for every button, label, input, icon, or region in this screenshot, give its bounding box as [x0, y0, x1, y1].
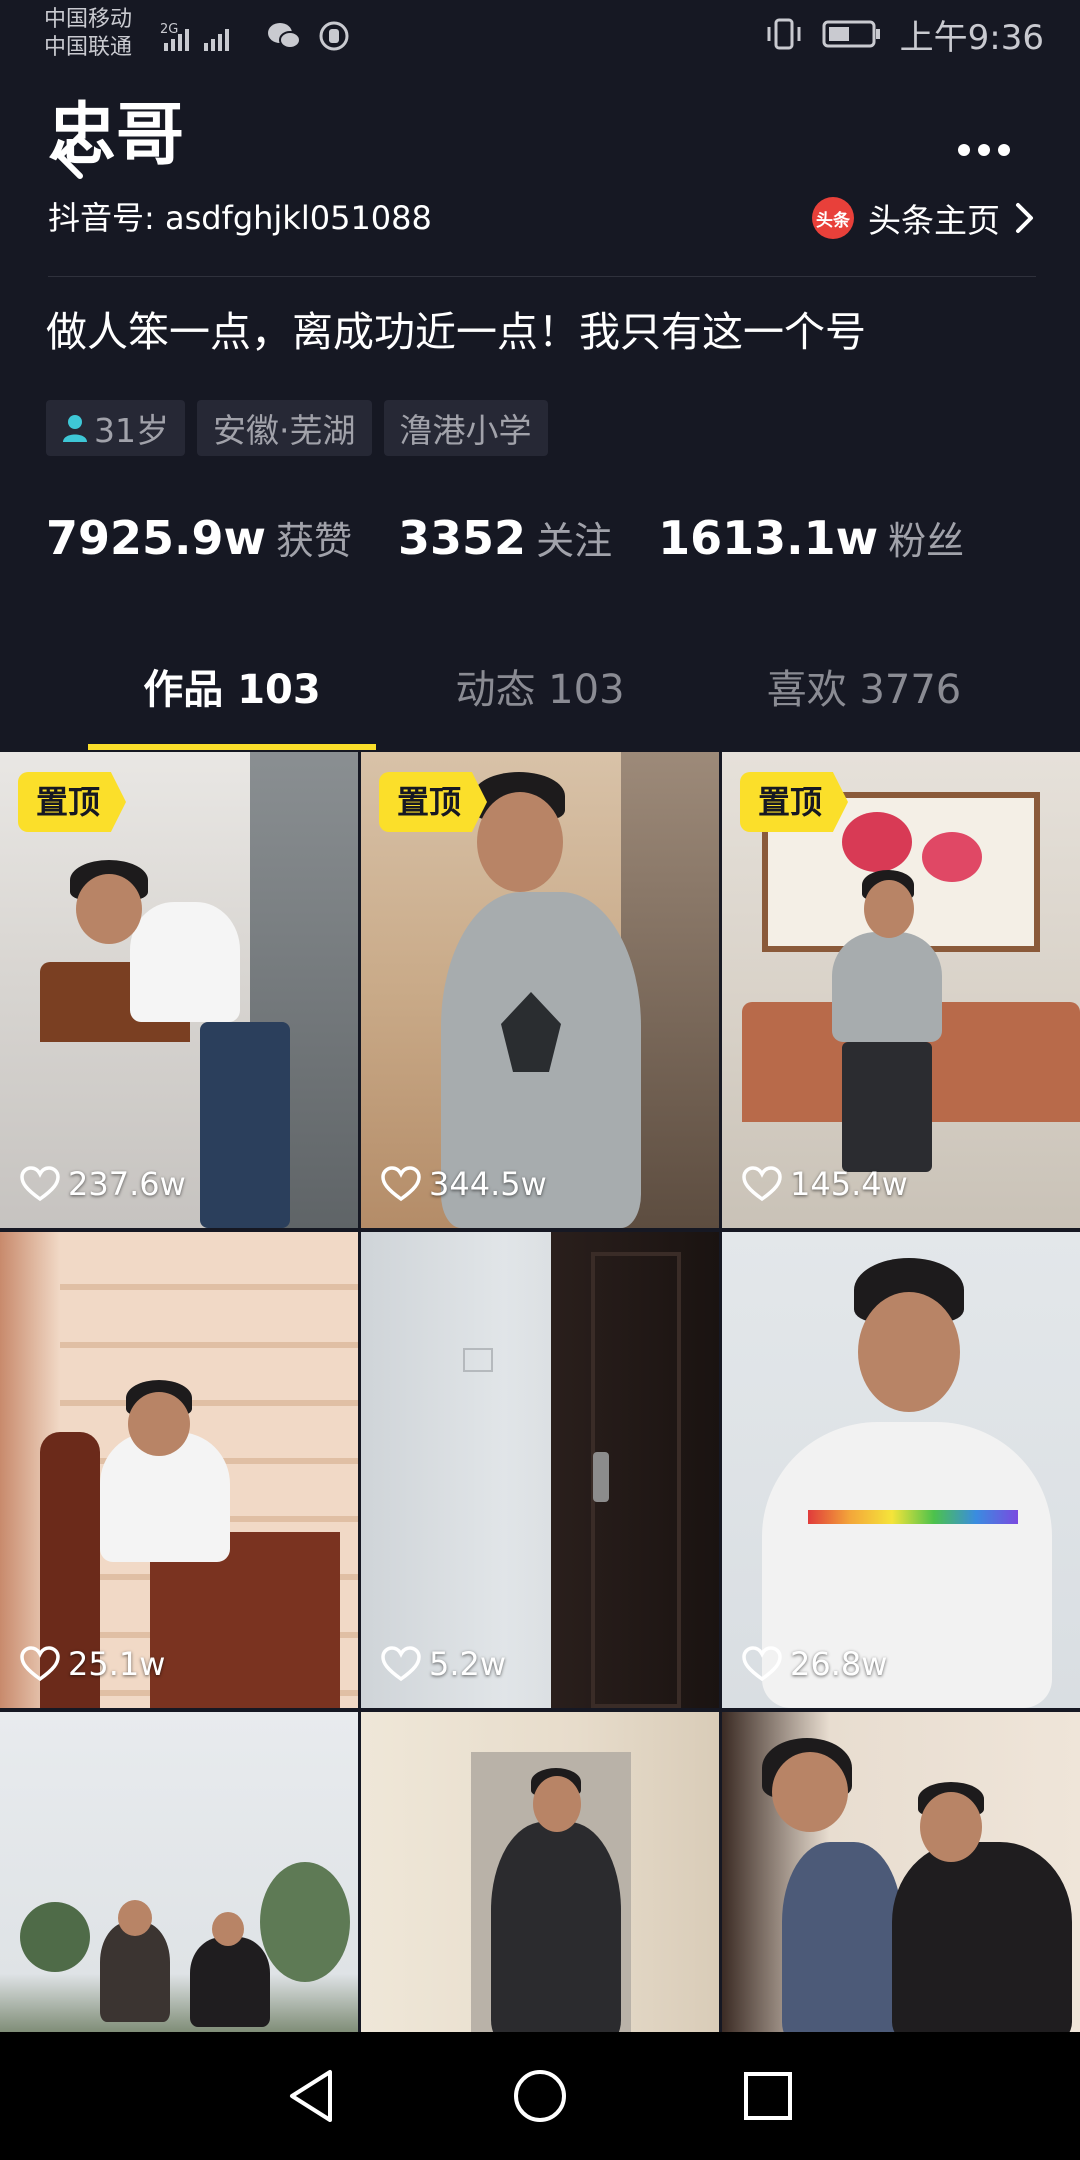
more-dots-icon[interactable]: [956, 138, 1012, 162]
header-divider: [48, 276, 1036, 277]
video-likes: 237.6w: [20, 1162, 186, 1206]
video-thumbnail[interactable]: 26.8w: [722, 1232, 1080, 1708]
tag-school-label: 澛港小学: [399, 411, 532, 450]
profile-tags: 31岁 安徽·芜湖 澛港小学: [46, 400, 548, 456]
video-likes-count: 5.2w: [429, 1645, 507, 1683]
pinned-badge: 置顶: [740, 772, 849, 832]
wechat-icon: [268, 23, 301, 49]
network-type: 2G: [160, 22, 178, 37]
video-thumbnail[interactable]: 置顶 344.5w: [361, 752, 719, 1228]
status-icons-left: 2G: [160, 16, 350, 56]
toutiao-icon: 头条: [812, 197, 854, 239]
video-thumbnail[interactable]: [361, 1712, 719, 2032]
video-likes-count: 344.5w: [429, 1165, 547, 1203]
stat-followers-label: 粉丝: [888, 519, 965, 563]
profile-signature: 做人笨一点，离成功近一点！我只有这一个号: [46, 308, 866, 356]
heart-icon: [742, 1646, 782, 1682]
pinned-badge: 置顶: [18, 772, 127, 832]
tag-location: 安徽·芜湖: [197, 400, 372, 456]
carrier-1: 中国移动: [44, 7, 133, 32]
profile-tabs: 作品 103 动态 103 喜欢 3776: [0, 640, 1080, 752]
status-bar: 中国移动 中国联通 2G 上午9:36: [0, 0, 1080, 68]
clock: 上午9:36: [899, 17, 1044, 58]
carrier-info: 中国移动 中国联通: [44, 6, 132, 62]
stat-likes-value: 7925.9w: [46, 511, 267, 565]
app-notification-icon: [319, 21, 349, 51]
back-arrow-icon[interactable]: [50, 128, 90, 184]
video-likes: 344.5w: [381, 1162, 547, 1206]
stat-following[interactable]: 3352 关注: [398, 510, 612, 565]
nav-recents-icon[interactable]: [734, 2062, 802, 2130]
tag-age: 31岁: [46, 400, 185, 456]
profile-stats: 7925.9w 获赞 3352 关注 1613.1w 粉丝: [46, 510, 1010, 565]
heart-icon: [742, 1166, 782, 1202]
stat-following-label: 关注: [536, 519, 613, 563]
signal-icon: 2G: [160, 22, 229, 51]
heart-icon: [20, 1646, 60, 1682]
stat-likes: 7925.9w 获赞: [46, 510, 352, 565]
video-thumbnail[interactable]: 置顶 145.4w: [722, 752, 1080, 1228]
heart-icon: [20, 1166, 60, 1202]
nav-home-icon[interactable]: [506, 2062, 574, 2130]
tab-likes[interactable]: 喜欢 3776: [720, 640, 1008, 740]
pinned-badge: 置顶: [379, 772, 488, 832]
chevron-right-icon: [1016, 203, 1033, 233]
stat-following-value: 3352: [398, 511, 527, 565]
douyin-id: 抖音号: asdfghjkl051088: [48, 199, 432, 237]
status-icons-right: 上午9:36: [764, 10, 1044, 58]
video-likes: 26.8w: [742, 1642, 887, 1686]
video-likes-count: 145.4w: [790, 1165, 908, 1203]
tag-age-label: 31岁: [94, 411, 169, 450]
video-likes-count: 26.8w: [790, 1645, 888, 1683]
video-thumbnail[interactable]: 5.2w: [361, 1232, 719, 1708]
toutiao-homepage-link[interactable]: 头条 头条主页: [812, 194, 1036, 242]
carrier-2: 中国联通: [44, 35, 133, 60]
person-icon: [63, 415, 87, 442]
video-thumbnail[interactable]: 置顶 237.6w: [0, 752, 358, 1228]
battery-icon: [822, 20, 880, 48]
nav-back-icon[interactable]: [278, 2062, 346, 2130]
video-thumbnail[interactable]: [722, 1712, 1080, 2032]
system-nav-bar: [0, 2032, 1080, 2160]
stat-likes-label: 获赞: [276, 519, 353, 563]
tab-moments[interactable]: 动态 103: [396, 640, 684, 740]
video-likes: 25.1w: [20, 1642, 165, 1686]
video-thumbnail[interactable]: [0, 1712, 358, 2032]
video-likes: 5.2w: [381, 1642, 506, 1686]
heart-icon: [381, 1646, 421, 1682]
tab-works[interactable]: 作品 103: [88, 640, 376, 740]
video-grid: 置顶 237.6w 置顶 344.5w 置顶 145.4w 25.1w 5.2w…: [0, 752, 1080, 2032]
heart-icon: [381, 1166, 421, 1202]
stat-followers-value: 1613.1w: [658, 511, 879, 565]
video-thumbnail[interactable]: 25.1w: [0, 1232, 358, 1708]
tag-location-label: 安徽·芜湖: [213, 411, 356, 450]
vibrate-icon: [767, 18, 801, 50]
video-likes-count: 25.1w: [68, 1645, 166, 1683]
stat-followers[interactable]: 1613.1w 粉丝: [658, 510, 964, 565]
toutiao-link-label: 头条主页: [868, 201, 1000, 240]
video-likes: 145.4w: [742, 1162, 908, 1206]
active-tab-indicator: [88, 744, 376, 750]
tag-school: 澛港小学: [383, 400, 548, 456]
video-likes-count: 237.6w: [68, 1165, 186, 1203]
